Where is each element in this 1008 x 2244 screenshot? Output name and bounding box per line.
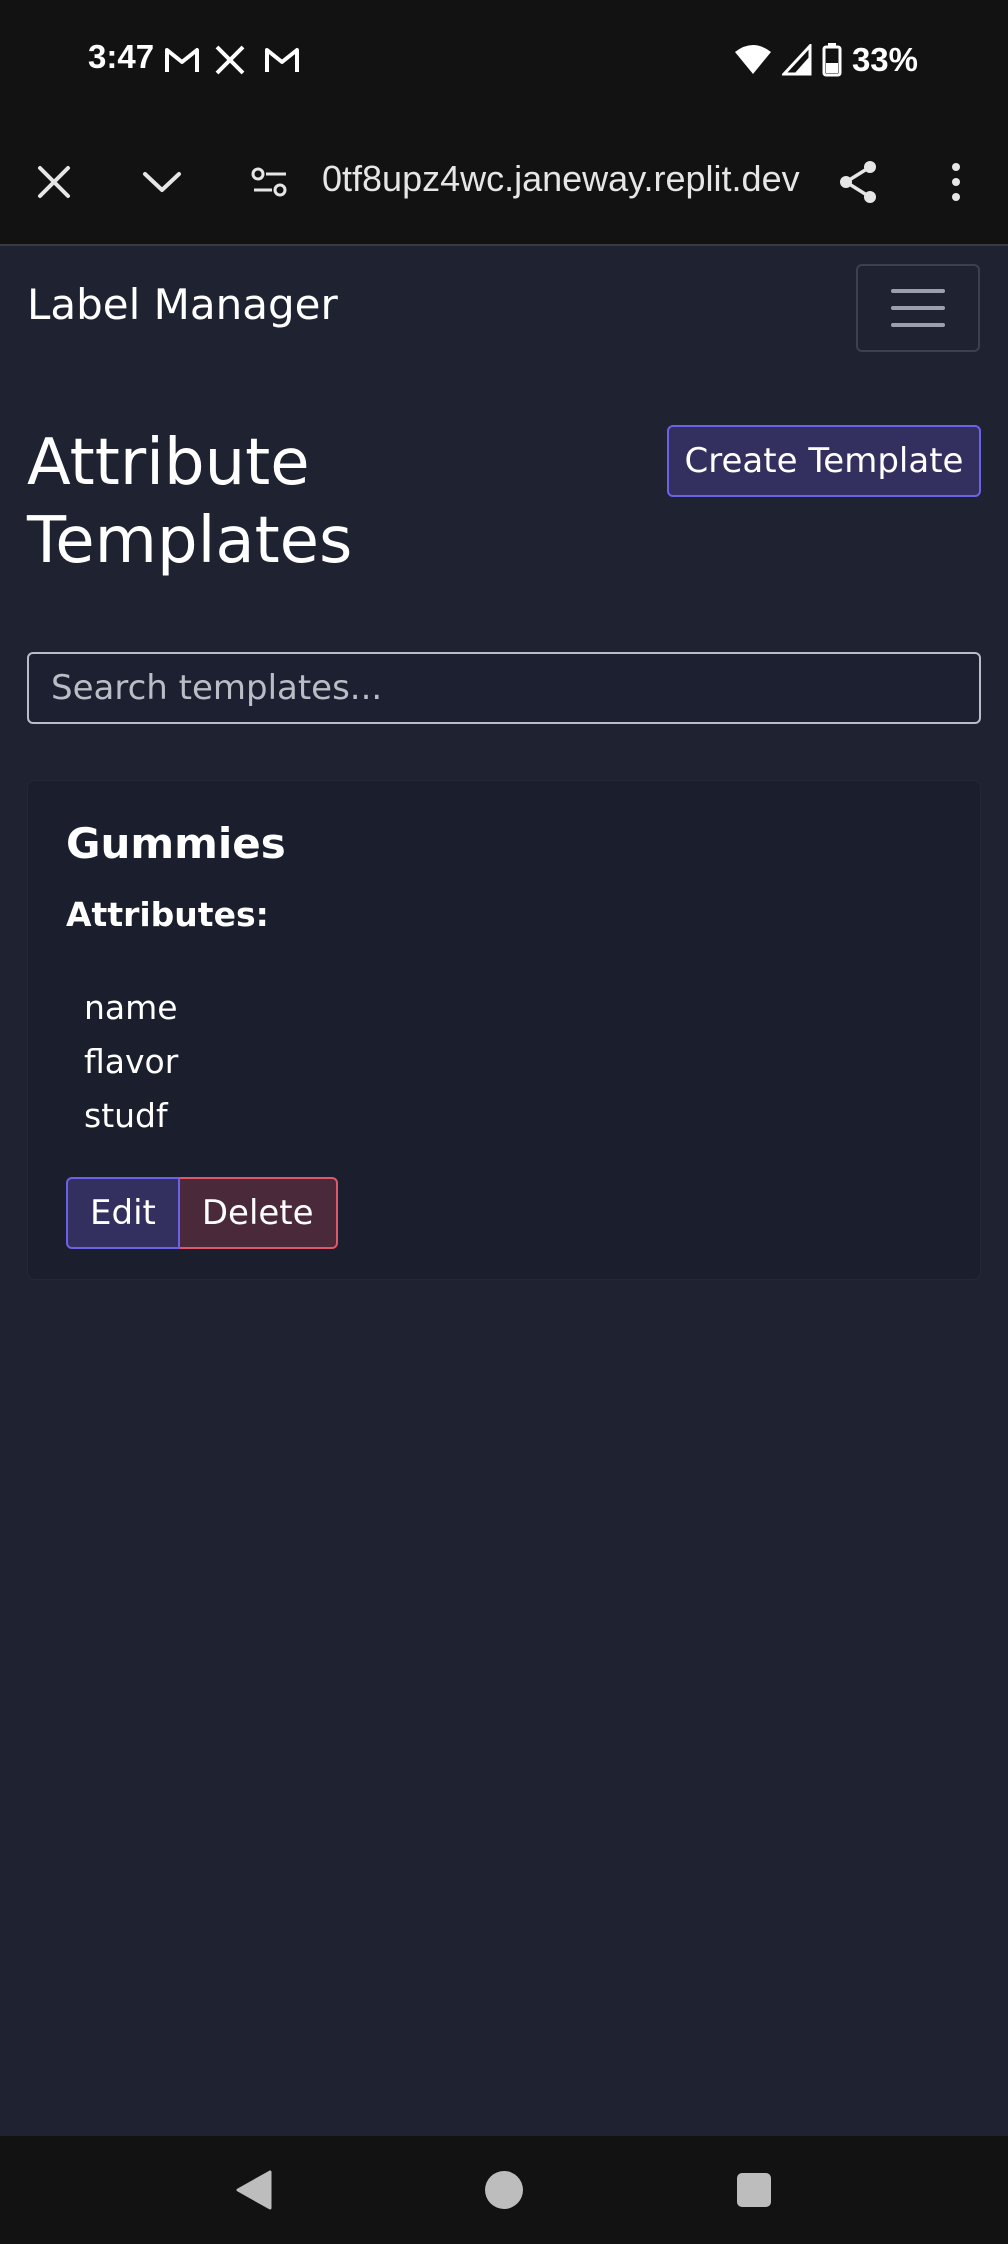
share-icon [840, 161, 876, 203]
wifi-icon [734, 45, 771, 74]
status-indicators: 33% [734, 38, 918, 82]
battery-icon [822, 43, 842, 77]
battery-percentage: 33% [851, 41, 918, 78]
tune-icon [251, 167, 287, 197]
list-item: studf [84, 1096, 168, 1135]
gmail-icon [165, 48, 199, 72]
collapse-button[interactable] [128, 148, 196, 216]
browser-menu-button[interactable] [922, 148, 990, 216]
recents-square-icon [737, 2173, 771, 2207]
recents-button[interactable] [726, 2162, 782, 2218]
list-item: flavor [84, 1042, 179, 1081]
x-icon [215, 45, 245, 75]
hamburger-icon [891, 306, 945, 310]
hamburger-icon [891, 323, 945, 327]
back-button[interactable] [226, 2162, 282, 2218]
page-title: Attribute Templates [27, 426, 353, 578]
list-item: name [84, 988, 178, 1027]
url-field[interactable]: 0tf8upz4wc.janeway.replit.dev [322, 158, 812, 200]
share-button[interactable] [824, 148, 892, 216]
more-vertical-icon [952, 163, 960, 201]
gmail-icon [265, 48, 299, 72]
browser-toolbar: 0tf8upz4wc.janeway.replit.dev [0, 120, 1008, 246]
attributes-heading: Attributes: [66, 895, 269, 934]
delete-button[interactable]: Delete [179, 1177, 338, 1249]
site-settings-button[interactable] [236, 148, 304, 216]
attribute-list: name flavor studf [84, 981, 178, 1143]
create-template-button[interactable]: Create Template [667, 425, 981, 497]
status-bar: 3:47 33% [0, 0, 1008, 120]
hamburger-icon [891, 289, 945, 293]
navbar-brand[interactable]: Label Manager [27, 280, 338, 329]
status-time: 3:47 [88, 38, 155, 75]
back-triangle-icon [236, 2170, 272, 2210]
template-name: Gummies [66, 819, 286, 868]
template-card: Gummies Attributes: name flavor studf Ed… [27, 780, 981, 1280]
template-actions: Edit Delete [66, 1177, 338, 1249]
cellular-signal-icon [781, 44, 812, 76]
close-icon [38, 166, 70, 198]
system-navigation-bar [0, 2136, 1008, 2244]
app-navbar: Label Manager [0, 248, 1008, 368]
chevron-down-icon [143, 172, 181, 192]
navbar-toggle-button[interactable] [856, 264, 980, 352]
search-input[interactable] [27, 652, 981, 724]
close-tab-button[interactable] [20, 148, 88, 216]
home-button[interactable] [476, 2162, 532, 2218]
home-circle-icon [485, 2171, 523, 2209]
edit-button[interactable]: Edit [66, 1177, 180, 1249]
